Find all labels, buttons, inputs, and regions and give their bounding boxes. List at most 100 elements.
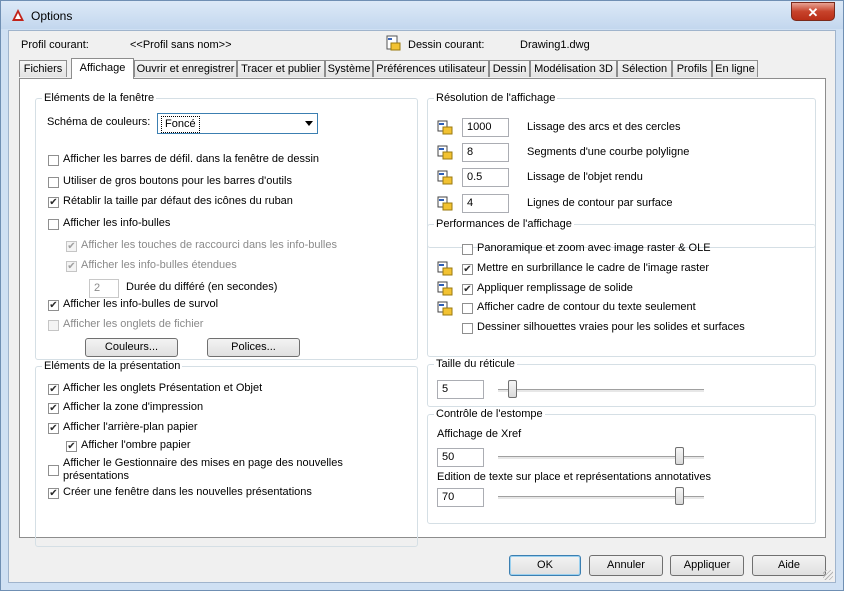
checkbox-paper-shadow[interactable]: ✔ xyxy=(66,441,77,452)
checkbox-text-boundary[interactable] xyxy=(462,303,473,314)
color-scheme-label: Schéma de couleurs: xyxy=(47,116,151,128)
checkbox-highlight-raster-frame-label: Mettre en surbrillance le cadre de l'ima… xyxy=(477,262,709,274)
drawing-saved-icon xyxy=(437,145,453,160)
window-elements-title: Eléments de la fenêtre xyxy=(42,92,157,104)
tab-selection[interactable]: Sélection xyxy=(617,60,672,77)
resize-grip-icon[interactable] xyxy=(823,570,833,580)
drawing-value: Drawing1.dwg xyxy=(520,39,590,51)
slider-thumb[interactable] xyxy=(675,487,684,505)
profile-label: Profil courant: xyxy=(21,39,89,51)
slider-thumb[interactable] xyxy=(508,380,517,398)
ok-button[interactable]: OK xyxy=(509,555,581,576)
tab-fichiers[interactable]: Fichiers xyxy=(19,60,67,77)
tab-tracer-publier[interactable]: Tracer et publier xyxy=(237,60,325,77)
drawing-saved-icon xyxy=(437,196,453,211)
checkbox-print-area-label: Afficher la zone d'impression xyxy=(63,401,204,413)
checkbox-extended-tooltips[interactable]: ✔ xyxy=(66,261,77,272)
checkbox-ribbon-icons-label: Rétablir la taille par défaut des icônes… xyxy=(63,195,293,207)
window-elements-group: Eléments de la fenêtre Schéma de couleur… xyxy=(35,92,418,360)
xref-display-label: Affichage de Xref xyxy=(437,428,522,440)
checkbox-extended-tooltips-label: Afficher les info-bulles étendues xyxy=(81,259,237,271)
contour-lines-input[interactable]: 4 xyxy=(462,194,509,213)
checkbox-large-buttons[interactable] xyxy=(48,177,59,188)
fonts-button[interactable]: Polices... xyxy=(207,338,300,357)
checkbox-text-boundary-label: Afficher cadre de contour du texte seule… xyxy=(477,301,696,313)
checkbox-paper-shadow-label: Afficher l'ombre papier xyxy=(81,439,191,451)
tab-preferences-utilisateur[interactable]: Préférences utilisateur xyxy=(373,60,489,77)
inplace-edit-input[interactable]: 70 xyxy=(437,488,484,507)
checkbox-rollover-tooltips[interactable]: ✔ xyxy=(48,300,59,311)
color-scheme-select[interactable]: Foncé xyxy=(157,113,318,134)
slider-track xyxy=(498,456,704,460)
tab-systeme[interactable]: Système xyxy=(325,60,373,77)
chevron-down-icon xyxy=(305,121,313,126)
color-scheme-value: Foncé xyxy=(161,116,200,133)
inplace-edit-slider[interactable] xyxy=(498,487,704,507)
checkbox-page-setup-manager-label: Afficher le Gestionnaire des mises en pa… xyxy=(63,457,343,469)
slider-track xyxy=(498,389,704,393)
help-button[interactable]: Aide xyxy=(752,555,826,576)
tab-modelisation-3d[interactable]: Modélisation 3D xyxy=(530,60,617,77)
affichage-panel: Eléments de la fenêtre Schéma de couleur… xyxy=(19,78,826,547)
tab-dessin[interactable]: Dessin xyxy=(489,60,530,77)
arc-smoothness-input[interactable]: 1000 xyxy=(462,118,509,137)
layout-elements-group: Eléments de la présentation ✔ Afficher l… xyxy=(35,360,418,547)
drawing-saved-icon xyxy=(437,301,453,316)
apply-button[interactable]: Appliquer xyxy=(670,555,744,576)
drawing-saved-icon xyxy=(437,261,453,276)
checkbox-pan-zoom-raster-label: Panoramique et zoom avec image raster & … xyxy=(477,242,711,254)
tab-en-ligne[interactable]: En ligne xyxy=(712,60,758,77)
title-bar[interactable]: Options ✕ xyxy=(1,1,843,29)
drawing-saved-icon xyxy=(437,170,453,185)
checkbox-scrollbars-label: Afficher les barres de défil. dans la fe… xyxy=(63,153,320,165)
checkbox-scrollbars[interactable] xyxy=(48,155,59,166)
rendered-smoothness-label: Lissage de l'objet rendu xyxy=(527,171,643,183)
checkbox-shortcut-keys-label: Afficher les touches de raccourci dans l… xyxy=(81,239,337,251)
delay-input[interactable]: 2 xyxy=(89,279,119,298)
drawing-saved-icon xyxy=(437,120,453,135)
xref-display-input[interactable]: 50 xyxy=(437,448,484,467)
colors-button[interactable]: Couleurs... xyxy=(85,338,178,357)
checkbox-layout-tabs-label: Afficher les onglets Présentation et Obj… xyxy=(63,382,263,394)
options-dialog: Options ✕ Profil courant: <<Profil sans … xyxy=(0,0,844,591)
checkbox-solid-fill[interactable]: ✔ xyxy=(462,284,473,295)
checkbox-create-viewport-label: Créer une fenêtre dans les nouvelles pré… xyxy=(63,486,312,498)
checkbox-page-setup-manager[interactable] xyxy=(48,465,59,476)
polyline-segments-input[interactable]: 8 xyxy=(462,143,509,162)
tab-affichage[interactable]: Affichage xyxy=(71,58,134,79)
window-title: Options xyxy=(31,9,73,23)
checkbox-highlight-raster-frame[interactable]: ✔ xyxy=(462,264,473,275)
xref-display-slider[interactable] xyxy=(498,447,704,467)
tab-ouvrir-enregistrer[interactable]: Ouvrir et enregistrer xyxy=(134,60,237,77)
checkbox-paper-background[interactable]: ✔ xyxy=(48,423,59,434)
checkbox-print-area[interactable]: ✔ xyxy=(48,403,59,414)
checkbox-true-silhouettes[interactable] xyxy=(462,323,473,334)
checkbox-large-buttons-label: Utiliser de gros boutons pour les barres… xyxy=(63,175,292,187)
checkbox-pan-zoom-raster[interactable] xyxy=(462,244,473,255)
delay-label: Durée du différé (en secondes) xyxy=(126,281,278,293)
checkbox-create-viewport[interactable]: ✔ xyxy=(48,488,59,499)
checkbox-tooltips[interactable] xyxy=(48,219,59,230)
slider-thumb[interactable] xyxy=(675,447,684,465)
checkbox-ribbon-icons[interactable]: ✔ xyxy=(48,197,59,208)
checkbox-page-setup-manager-label-2: présentations xyxy=(63,470,130,482)
checkbox-true-silhouettes-label: Dessiner silhouettes vraies pour les sol… xyxy=(477,321,745,333)
drawing-icon xyxy=(386,35,401,51)
dialog-body: Profil courant: <<Profil sans nom>> Dess… xyxy=(8,30,836,583)
tab-profils[interactable]: Profils xyxy=(672,60,712,77)
crosshair-size-slider[interactable] xyxy=(498,380,704,400)
crosshair-size-input[interactable]: 5 xyxy=(437,380,484,399)
checkbox-layout-tabs[interactable]: ✔ xyxy=(48,384,59,395)
cancel-button[interactable]: Annuler xyxy=(589,555,663,576)
checkbox-paper-background-label: Afficher l'arrière-plan papier xyxy=(63,421,198,433)
checkbox-shortcut-keys[interactable]: ✔ xyxy=(66,241,77,252)
drawing-label: Dessin courant: xyxy=(408,39,485,51)
profile-value: <<Profil sans nom>> xyxy=(130,39,232,51)
crosshair-size-group: Taille du réticule 5 xyxy=(427,358,816,407)
checkbox-solid-fill-label: Appliquer remplissage de solide xyxy=(477,282,633,294)
checkbox-file-tabs[interactable] xyxy=(48,320,59,331)
close-button[interactable]: ✕ xyxy=(791,2,835,21)
polyline-segments-label: Segments d'une courbe polyligne xyxy=(527,146,690,158)
fade-control-group: Contrôle de l'estompe Affichage de Xref … xyxy=(427,408,816,524)
rendered-smoothness-input[interactable]: 0.5 xyxy=(462,168,509,187)
